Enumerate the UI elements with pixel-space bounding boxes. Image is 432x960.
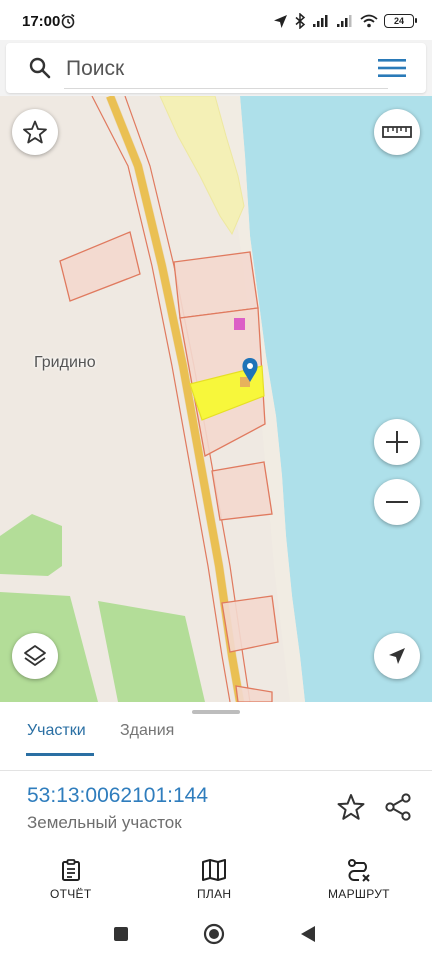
zoom-in-button[interactable] xyxy=(374,419,420,465)
search-area xyxy=(0,40,432,96)
status-bar: 17:00 24 xyxy=(0,0,432,40)
menu-icon[interactable] xyxy=(378,56,406,80)
search-underline xyxy=(64,88,388,89)
bluetooth-icon xyxy=(295,13,306,29)
land-parcel xyxy=(221,595,279,653)
report-icon xyxy=(61,859,80,881)
search-input[interactable] xyxy=(66,54,356,84)
my-location-button[interactable] xyxy=(374,633,420,679)
status-icons: 24 xyxy=(273,12,417,30)
route-button[interactable]: МАРШРУТ xyxy=(328,858,390,901)
parcel-cadastral-number[interactable]: 53:13:0062101:144 xyxy=(27,784,208,808)
grass-area xyxy=(0,514,62,576)
place-label: Гридино xyxy=(34,354,96,371)
map-view[interactable]: Гридино xyxy=(0,96,432,702)
star-outline-icon[interactable] xyxy=(336,792,366,822)
land-parcel xyxy=(59,231,141,302)
grass-area xyxy=(98,601,205,702)
action-bar: ОТЧЁТ ПЛАН МАРШРУТ xyxy=(0,852,432,910)
land-parcel xyxy=(173,251,259,319)
recents-button[interactable] xyxy=(113,926,129,942)
ruler-icon xyxy=(382,126,412,138)
zoom-out-button[interactable] xyxy=(374,479,420,525)
search-bar[interactable] xyxy=(6,43,426,93)
route-label: МАРШРУТ xyxy=(328,887,390,901)
star-icon xyxy=(23,120,47,144)
tab-parcels[interactable]: Участки xyxy=(27,722,86,740)
plan-label: ПЛАН xyxy=(197,887,232,901)
map-plan-icon xyxy=(202,859,227,881)
report-button[interactable]: ОТЧЁТ xyxy=(50,858,92,901)
signal-icon xyxy=(313,15,328,27)
tabs-divider xyxy=(0,770,432,771)
wifi-icon xyxy=(360,14,378,28)
bottom-sheet: Участки Здания 53:13:0062101:144 Земельн… xyxy=(0,702,432,853)
sheet-tabs: Участки Здания xyxy=(0,716,432,771)
building-marker xyxy=(234,318,245,330)
navigation-arrow-icon xyxy=(389,648,405,664)
layers-button[interactable] xyxy=(12,633,58,679)
battery-icon: 24 xyxy=(384,14,417,28)
report-label: ОТЧЁТ xyxy=(50,887,92,901)
parcel-type: Земельный участок xyxy=(27,813,182,832)
share-icon[interactable] xyxy=(383,792,413,822)
drag-handle[interactable] xyxy=(192,710,240,714)
alarm-icon xyxy=(61,13,75,29)
land-parcel xyxy=(235,685,273,702)
back-button[interactable] xyxy=(299,925,317,943)
zoom-out-icon xyxy=(386,501,408,503)
plan-button[interactable]: ПЛАН xyxy=(197,858,231,901)
zoom-in-icon xyxy=(386,431,408,453)
ruler-button[interactable] xyxy=(374,109,420,155)
location-arrow-icon xyxy=(274,14,287,28)
route-icon xyxy=(347,859,370,882)
layers-icon xyxy=(24,645,46,666)
home-button[interactable] xyxy=(203,923,225,945)
tab-buildings[interactable]: Здания xyxy=(120,722,174,740)
battery-level: 24 xyxy=(393,16,404,26)
signal-icon xyxy=(337,15,352,27)
active-tab-indicator xyxy=(26,753,94,756)
system-navigation-bar xyxy=(0,910,432,960)
search-icon[interactable] xyxy=(28,56,52,80)
app-screen: 17:00 24 Поиск Гридино Участки Здания 53… xyxy=(0,0,432,960)
land-parcel xyxy=(211,461,273,521)
map-canvas[interactable] xyxy=(0,96,432,702)
status-time: 17:00 xyxy=(22,13,61,30)
favorites-map-button[interactable] xyxy=(12,109,58,155)
